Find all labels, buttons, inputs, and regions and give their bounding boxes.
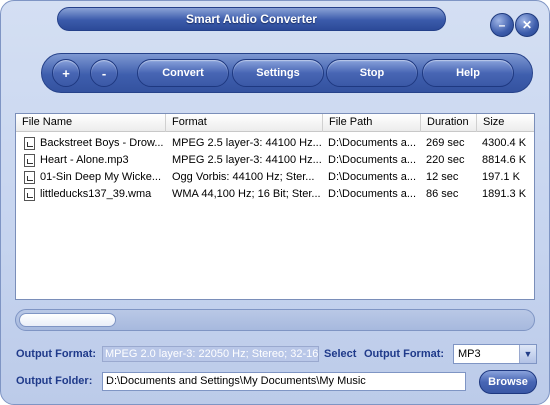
output-format-selected: MP3 xyxy=(458,348,481,360)
add-file-button[interactable]: + xyxy=(52,59,80,87)
cell-file-path: D:\Documents a... xyxy=(328,171,417,183)
select-output-format-label: Output Format: xyxy=(364,348,445,360)
file-list[interactable]: File Name Format File Path Duration Size… xyxy=(15,113,535,300)
audio-file-icon xyxy=(24,154,35,167)
cell-size: 8814.6 K xyxy=(482,154,527,166)
cell-file-name: Heart - Alone.mp3 xyxy=(40,154,129,166)
browse-button[interactable]: Browse xyxy=(479,370,537,394)
remove-file-button[interactable]: - xyxy=(90,59,118,87)
cell-file-path: D:\Documents a... xyxy=(328,154,417,166)
table-row[interactable]: littleducks137_39.wma WMA 44,100 Hz; 16 … xyxy=(16,186,534,203)
output-format-label: Output Format: xyxy=(16,348,97,360)
cell-size: 197.1 K xyxy=(482,171,520,183)
cell-file-path: D:\Documents a... xyxy=(328,137,417,149)
stop-button[interactable]: Stop xyxy=(326,59,418,87)
title-bar[interactable]: Smart Audio Converter xyxy=(57,7,446,31)
cell-file-name: Backstreet Boys - Drow... xyxy=(40,137,164,149)
table-row[interactable]: 01-Sin Deep My Wicke... Ogg Vorbis: 4410… xyxy=(16,169,534,186)
cell-format: MPEG 2.5 layer-3: 44100 Hz... xyxy=(172,137,322,149)
cell-format: WMA 44,100 Hz; 16 Bit; Ster... xyxy=(172,188,321,200)
list-header: File Name Format File Path Duration Size xyxy=(16,114,534,132)
minimize-icon[interactable]: – xyxy=(490,13,514,37)
column-header-duration[interactable]: Duration xyxy=(421,114,477,132)
cell-duration: 269 sec xyxy=(426,137,465,149)
cell-size: 4300.4 K xyxy=(482,137,527,149)
progress-fill xyxy=(19,313,116,327)
app-window: Smart Audio Converter – ✕ + - Convert Se… xyxy=(0,0,550,405)
help-button[interactable]: Help xyxy=(422,59,514,87)
conversion-progress-bar xyxy=(15,309,535,331)
convert-button[interactable]: Convert xyxy=(137,59,229,87)
output-folder-input[interactable]: D:\Documents and Settings\My Documents\M… xyxy=(102,372,466,391)
audio-file-icon xyxy=(24,171,35,184)
table-row[interactable]: Backstreet Boys - Drow... MPEG 2.5 layer… xyxy=(16,135,534,152)
column-header-format[interactable]: Format xyxy=(166,114,323,132)
settings-button[interactable]: Settings xyxy=(232,59,324,87)
column-header-size[interactable]: Size xyxy=(477,114,535,132)
cell-duration: 220 sec xyxy=(426,154,465,166)
column-header-file-path[interactable]: File Path xyxy=(323,114,421,132)
window-title: Smart Audio Converter xyxy=(186,12,317,26)
close-icon[interactable]: ✕ xyxy=(515,13,539,37)
output-format-display: MPEG 2.0 layer-3: 22050 Hz; Stereo; 32-1… xyxy=(102,346,319,362)
cell-duration: 12 sec xyxy=(426,171,459,183)
cell-file-path: D:\Documents a... xyxy=(328,188,417,200)
audio-file-icon xyxy=(24,137,35,150)
toolbar: + - Convert Settings Stop Help xyxy=(41,53,533,93)
audio-file-icon xyxy=(24,188,35,201)
cell-format: MPEG 2.5 layer-3: 44100 Hz... xyxy=(172,154,322,166)
cell-file-name: littleducks137_39.wma xyxy=(40,188,152,200)
column-header-file-name[interactable]: File Name xyxy=(16,114,166,132)
output-format-select[interactable]: MP3 ▼ xyxy=(453,344,537,364)
cell-file-name: 01-Sin Deep My Wicke... xyxy=(40,171,162,183)
select-label: Select xyxy=(324,348,357,360)
chevron-down-icon[interactable]: ▼ xyxy=(519,345,536,363)
cell-duration: 86 sec xyxy=(426,188,459,200)
table-row[interactable]: Heart - Alone.mp3 MPEG 2.5 layer-3: 4410… xyxy=(16,152,534,169)
cell-format: Ogg Vorbis: 44100 Hz; Ster... xyxy=(172,171,315,183)
output-folder-label: Output Folder: xyxy=(16,375,93,387)
cell-size: 1891.3 K xyxy=(482,188,527,200)
